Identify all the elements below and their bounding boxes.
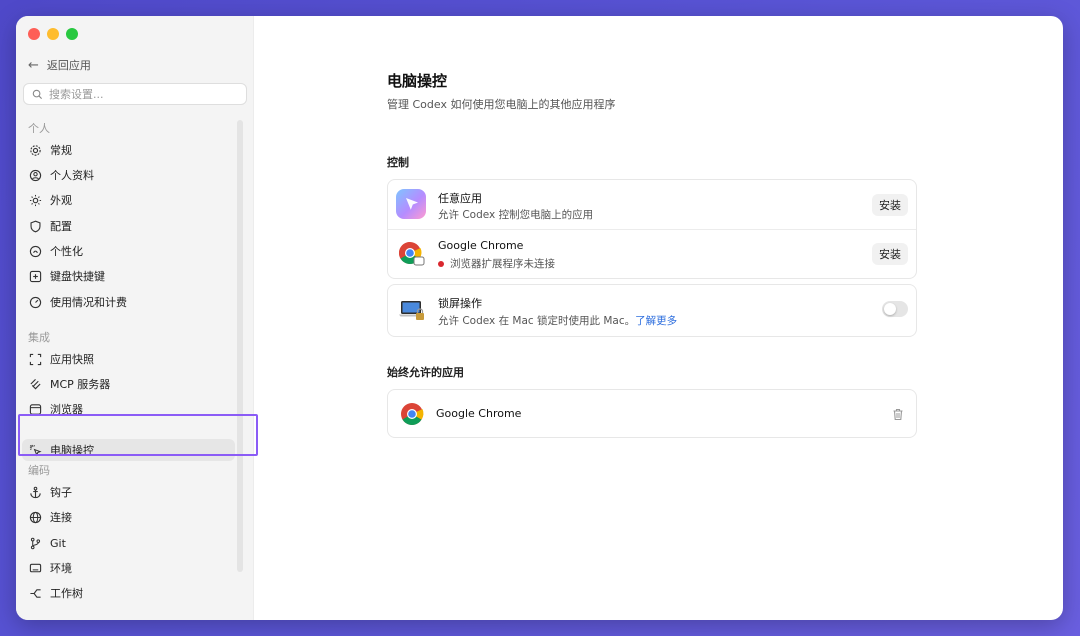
search-icon <box>32 89 43 99</box>
personalization-icon <box>29 245 42 258</box>
user-circle-icon <box>29 169 42 182</box>
sidebar-item-label: 配置 <box>50 220 72 233</box>
section-label-coding: 编码 <box>28 464 50 477</box>
sidebar-item-keyboard-shortcuts[interactable]: 键盘快捷键 <box>22 265 235 287</box>
back-to-app-link[interactable]: ← 返回应用 <box>28 56 91 74</box>
any-app-title: 任意应用 <box>438 192 482 205</box>
cursor-click-icon <box>29 444 42 457</box>
arrow-left-icon: ← <box>28 57 39 73</box>
sidebar-scrollbar[interactable] <box>237 120 243 572</box>
macbook-lock-icon <box>398 296 426 324</box>
computer-control-app-icon <box>396 189 426 219</box>
sidebar-item-label: 应用快照 <box>50 353 94 366</box>
sidebar-item-personalization[interactable]: 个性化 <box>22 240 235 262</box>
git-branch-icon <box>29 537 42 550</box>
main-content: 电脑操控 管理 Codex 如何使用您电脑上的其他应用程序 控制 任意应用 允许… <box>255 16 1063 620</box>
lock-screen-toggle[interactable] <box>882 301 908 317</box>
gear-icon <box>29 144 42 157</box>
install-chrome-button[interactable]: 安装 <box>872 243 908 265</box>
status-dot-icon <box>438 260 444 267</box>
sidebar-item-config[interactable]: 配置 <box>22 215 235 237</box>
sidebar-item-git[interactable]: Git <box>22 532 235 554</box>
settings-window: ← 返回应用 搜索设置... 个人 常规 个人资料 外观 配置 个性化 键盘快捷… <box>16 16 1063 620</box>
control-section-heading: 控制 <box>387 156 409 169</box>
lock-screen-description: 允许 Codex 在 Mac 锁定时使用此 Mac。 了解更多 <box>438 313 677 328</box>
chrome-status: 浏览器扩展程序未连接 <box>438 256 555 271</box>
sidebar-item-label: 连接 <box>50 511 72 524</box>
worktree-icon <box>29 587 42 600</box>
anchor-icon <box>29 486 42 499</box>
lock-screen-card: 锁屏操作 允许 Codex 在 Mac 锁定时使用此 Mac。 了解更多 <box>387 284 917 337</box>
section-label-personal: 个人 <box>28 122 50 135</box>
lock-screen-title: 锁屏操作 <box>438 297 482 310</box>
back-label: 返回应用 <box>46 59 91 72</box>
sidebar-item-label: 工作树 <box>50 587 83 600</box>
browser-window-icon <box>29 403 42 416</box>
sidebar: ← 返回应用 搜索设置... 个人 常规 个人资料 外观 配置 个性化 键盘快捷… <box>16 16 254 620</box>
search-placeholder: 搜索设置... <box>49 88 104 101</box>
sidebar-item-worktree[interactable]: 工作树 <box>22 582 235 604</box>
trash-icon[interactable] <box>892 406 904 421</box>
window-controls <box>28 28 78 40</box>
sidebar-item-label: 外观 <box>50 194 72 207</box>
install-any-app-button[interactable]: 安装 <box>872 194 908 216</box>
any-app-row: 任意应用 允许 Codex 控制您电脑上的应用 安装 <box>388 180 916 229</box>
sidebar-item-label: 常规 <box>50 144 72 157</box>
always-allowed-section-heading: 始终允许的应用 <box>387 366 464 379</box>
sidebar-item-environment[interactable]: 环境 <box>22 557 235 579</box>
sidebar-item-label: 键盘快捷键 <box>50 270 105 283</box>
learn-more-link[interactable]: 了解更多 <box>635 313 677 328</box>
sidebar-item-label: MCP 服务器 <box>50 378 111 391</box>
sidebar-item-label: Git <box>50 536 66 550</box>
sidebar-item-usage-billing[interactable]: 使用情况和计费 <box>22 291 235 313</box>
sidebar-item-label: 个性化 <box>50 245 83 258</box>
sun-icon <box>29 194 42 207</box>
chrome-status-text: 浏览器扩展程序未连接 <box>450 258 555 270</box>
control-apps-card: 任意应用 允许 Codex 控制您电脑上的应用 安装 Google Chrome… <box>387 179 917 279</box>
sidebar-item-label: 个人资料 <box>50 169 94 182</box>
page-subtitle: 管理 Codex 如何使用您电脑上的其他应用程序 <box>387 98 616 111</box>
mcp-icon <box>29 378 42 391</box>
chrome-icon <box>396 239 426 269</box>
sidebar-item-mcp-servers[interactable]: MCP 服务器 <box>22 373 235 395</box>
sidebar-item-browser[interactable]: 浏览器 <box>22 398 235 420</box>
always-allowed-app-name: Google Chrome <box>436 407 522 420</box>
sidebar-item-hooks[interactable]: 钩子 <box>22 481 235 503</box>
sidebar-item-profile[interactable]: 个人资料 <box>22 164 235 186</box>
sidebar-item-label: 使用情况和计费 <box>50 296 127 309</box>
chrome-row: Google Chrome 浏览器扩展程序未连接 安装 <box>388 230 916 279</box>
settings-search-input[interactable]: 搜索设置... <box>23 83 247 105</box>
gauge-icon <box>29 296 42 309</box>
sidebar-item-label: 电脑操控 <box>50 444 94 457</box>
sidebar-item-connections[interactable]: 连接 <box>22 506 235 528</box>
chrome-icon <box>398 400 426 428</box>
any-app-description: 允许 Codex 控制您电脑上的应用 <box>438 209 594 221</box>
close-window-button[interactable] <box>28 28 40 40</box>
chrome-title: Google Chrome <box>438 239 524 252</box>
globe-icon <box>29 511 42 524</box>
sidebar-item-label: 浏览器 <box>50 403 83 416</box>
keyboard-icon <box>29 270 42 283</box>
sidebar-item-app-snapshot[interactable]: 应用快照 <box>22 348 235 370</box>
page-title: 电脑操控 <box>387 72 448 90</box>
minimize-window-button[interactable] <box>47 28 59 40</box>
sidebar-item-label: 钩子 <box>50 486 72 499</box>
shield-icon <box>29 220 42 233</box>
lock-screen-description-text: 允许 Codex 在 Mac 锁定时使用此 Mac。 <box>438 315 636 327</box>
sidebar-item-general[interactable]: 常规 <box>22 139 235 161</box>
zoom-window-button[interactable] <box>66 28 78 40</box>
sidebar-item-appearance[interactable]: 外观 <box>22 189 235 211</box>
laptop-icon <box>29 562 42 575</box>
sidebar-item-computer-control[interactable]: 电脑操控 <box>22 439 235 461</box>
sidebar-item-label: 环境 <box>50 562 72 575</box>
always-allowed-card: Google Chrome <box>387 389 917 438</box>
section-label-integrations: 集成 <box>28 331 50 344</box>
snapshot-frame-icon <box>29 353 42 366</box>
